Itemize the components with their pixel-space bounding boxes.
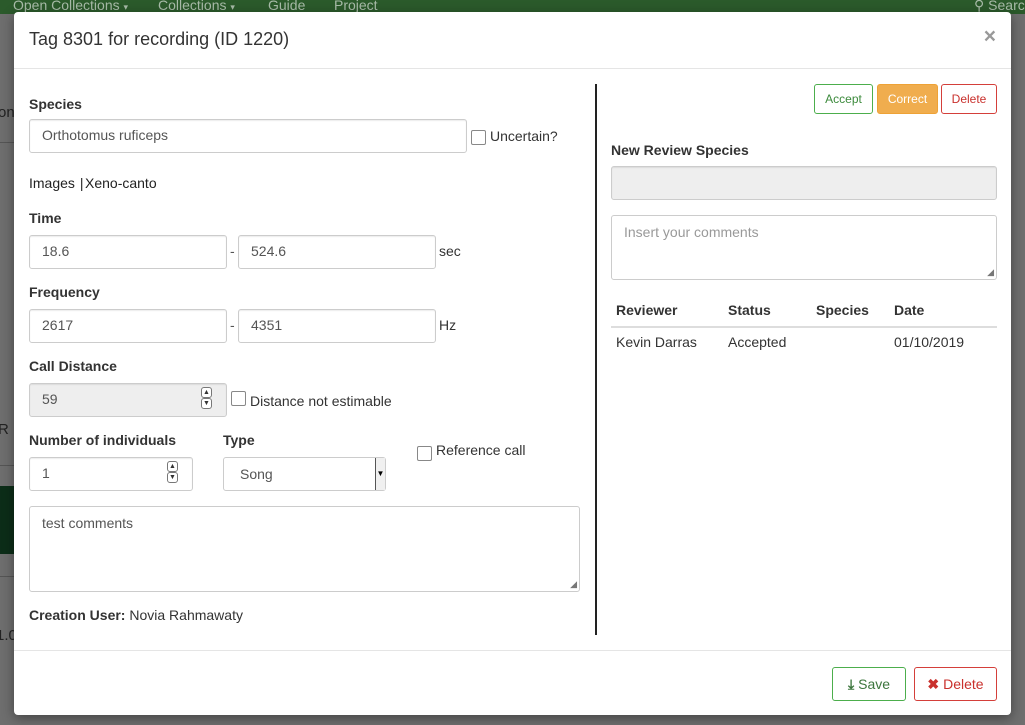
modal-header: Tag 8301 for recording (ID 1220) × (14, 12, 1011, 69)
review-status: Accepted (728, 334, 787, 350)
new-review-species-input[interactable] (611, 166, 997, 200)
type-select[interactable]: Song ▼ (223, 457, 386, 491)
uncertain-checkbox[interactable] (471, 130, 486, 145)
review-reviewer: Kevin Darras (616, 334, 697, 350)
review-delete-button[interactable]: Delete (941, 84, 997, 114)
modal-footer: ⤓ Save ✖ Delete (14, 650, 1011, 715)
time-label: Time (29, 210, 62, 226)
save-label: Save (858, 676, 891, 692)
call-distance-label: Call Distance (29, 358, 117, 374)
delete-button[interactable]: ✖ Delete (914, 667, 997, 701)
review-comments-textarea[interactable]: Insert your comments ◢ (611, 215, 997, 280)
save-button[interactable]: ⤓ Save (832, 667, 906, 701)
review-panel: Accept Correct Delete New Review Species… (596, 69, 1011, 650)
column-header-reviewer: Reviewer (616, 302, 678, 318)
correct-button[interactable]: Correct (877, 84, 938, 114)
call-distance-input[interactable]: 59 (29, 383, 227, 417)
chevron-up-icon[interactable]: ▲ (201, 387, 212, 398)
distance-not-estimable-checkbox[interactable] (231, 391, 246, 406)
close-icon[interactable]: × (984, 25, 996, 49)
frequency-max-input[interactable]: 4351 (238, 309, 436, 343)
images-link[interactable]: Images (29, 175, 75, 191)
xeno-canto-link[interactable]: Xeno-canto (85, 175, 157, 191)
frequency-min-input[interactable]: 2617 (29, 309, 227, 343)
resize-handle-icon[interactable]: ◢ (570, 580, 577, 589)
species-input[interactable]: Orthotomus ruficeps (29, 119, 467, 153)
background-divider (0, 142, 14, 143)
time-range-separator: - (230, 243, 235, 259)
modal-title: Tag 8301 for recording (ID 1220) (29, 29, 290, 49)
comments-textarea[interactable]: test comments ◢ (29, 506, 580, 592)
caret-down-icon: ▼ (375, 458, 385, 490)
call-distance-stepper[interactable]: ▲ ▼ (201, 387, 212, 409)
times-icon: ✖ (927, 676, 940, 692)
creation-user-label: Creation User: (29, 607, 126, 623)
species-label: Species (29, 96, 82, 112)
type-select-value: Song (240, 466, 273, 482)
time-start-input[interactable]: 18.6 (29, 235, 227, 269)
frequency-range-separator: - (230, 317, 235, 333)
distance-not-estimable-label: Distance not estimable (250, 393, 392, 409)
resize-handle-icon[interactable]: ◢ (987, 268, 994, 277)
chevron-up-icon[interactable]: ▲ (167, 461, 178, 472)
chevron-down-icon[interactable]: ▼ (201, 398, 212, 409)
type-label: Type (223, 432, 255, 448)
tag-form: Species Orthotomus ruficeps Uncertain? I… (14, 69, 595, 650)
table-header-divider (611, 326, 997, 328)
review-comments-placeholder: Insert your comments (624, 224, 759, 240)
delete-label: Delete (943, 676, 984, 692)
comments-text: test comments (42, 515, 134, 531)
column-header-species: Species (816, 302, 869, 318)
individuals-stepper[interactable]: ▲ ▼ (167, 461, 178, 483)
frequency-unit: Hz (439, 317, 457, 333)
download-icon: ⤓ (847, 676, 855, 692)
individuals-label: Number of individuals (29, 432, 177, 448)
column-header-date: Date (894, 302, 925, 318)
reference-call-label: Reference call (436, 442, 526, 458)
chevron-down-icon[interactable]: ▼ (167, 472, 178, 483)
tag-modal: Tag 8301 for recording (ID 1220) × Speci… (14, 12, 1011, 715)
review-date: 01/10/2019 (894, 334, 965, 350)
background-thumbnail (0, 486, 14, 554)
background-fragment: on (0, 104, 15, 121)
reference-call-checkbox[interactable] (417, 446, 432, 461)
background-divider (0, 576, 14, 577)
background-divider (0, 465, 14, 466)
new-review-species-label: New Review Species (611, 142, 749, 158)
frequency-label: Frequency (29, 284, 100, 300)
creation-user-value: Novia Rahmawaty (129, 607, 243, 623)
time-unit: sec (439, 243, 461, 259)
time-end-input[interactable]: 524.6 (238, 235, 436, 269)
column-header-status: Status (728, 302, 771, 318)
accept-button[interactable]: Accept (814, 84, 873, 114)
background-fragment: R (0, 421, 9, 438)
uncertain-label: Uncertain? (490, 128, 558, 144)
creation-user: Creation User: Novia Rahmawaty (29, 607, 243, 623)
